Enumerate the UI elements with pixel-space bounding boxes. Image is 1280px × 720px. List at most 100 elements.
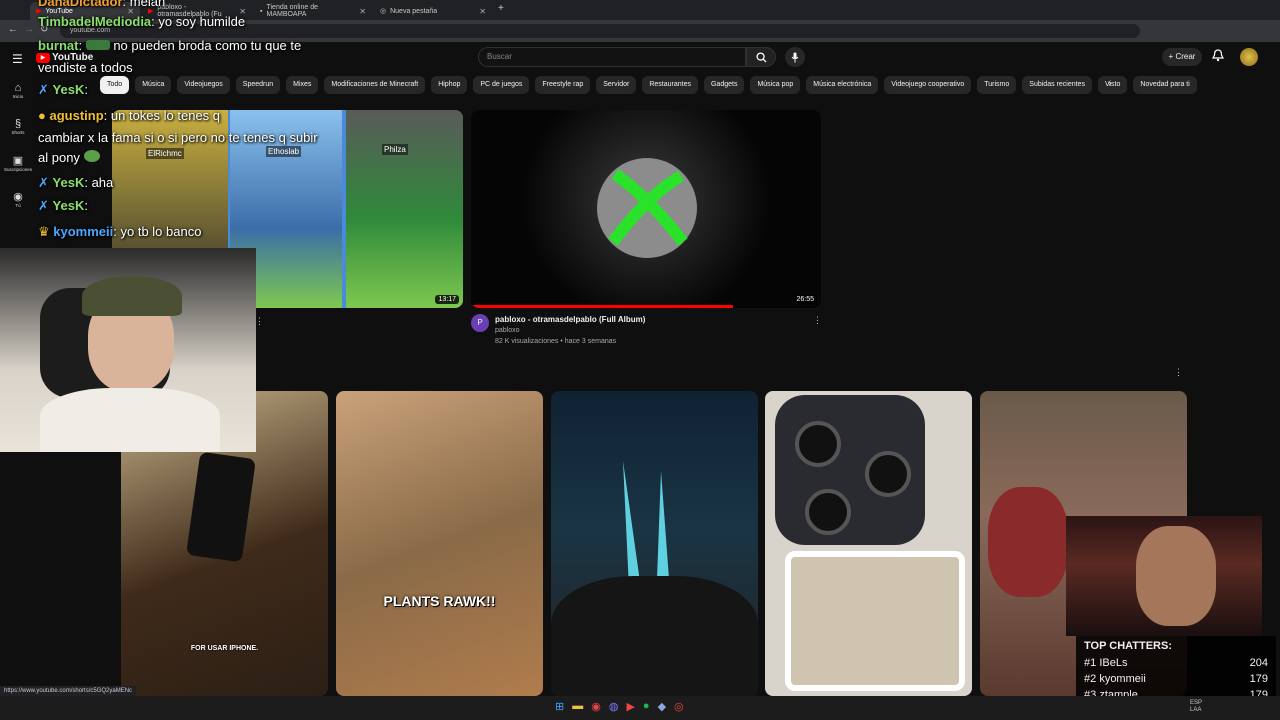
sidebar-item-suscripciones[interactable]: ▣ Suscripciones: [0, 154, 36, 172]
tab-label: Nueva pestaña: [390, 7, 438, 15]
spotify-icon[interactable]: ●: [643, 700, 650, 713]
chip-música-pop[interactable]: Música pop: [750, 76, 801, 94]
chevron-right-icon[interactable]: ›: [1108, 78, 1111, 89]
fabric-image: [551, 576, 758, 696]
skin-name-label: ElRichmc: [146, 148, 184, 159]
chip-mixes[interactable]: Mixes: [286, 76, 319, 94]
tab-label: Tienda online de MAMBOAPA: [266, 4, 318, 18]
chip-música-electrónica[interactable]: Música electrónica: [806, 76, 879, 94]
sidebar-item-label: Inicio: [12, 94, 24, 99]
account-avatar[interactable]: [1240, 48, 1258, 66]
sidebar-item-label: Suscripciones: [3, 167, 32, 172]
short-thumbnail-spikes[interactable]: [551, 391, 758, 696]
crown-badge-icon: ♛: [38, 224, 50, 239]
shorts-icon: §: [14, 118, 22, 130]
search-icon: [755, 51, 767, 63]
chip-hiphop[interactable]: Hiphop: [431, 76, 468, 94]
chip-todo[interactable]: Todo: [100, 76, 130, 94]
chat-message: ✗ YesK:: [38, 82, 88, 97]
chat-username: YesK: [52, 198, 85, 213]
video-thumbnail-pabloxo[interactable]: 26:55: [471, 110, 821, 308]
home-icon: ⌂: [14, 82, 22, 94]
video-title[interactable]: pabloxo - otramasdelpablo (Full Album): [495, 315, 645, 324]
discord-icon[interactable]: ◍: [609, 700, 619, 713]
obs-icon[interactable]: ◎: [674, 700, 684, 713]
chat-text: no pueden broda como tu que te: [113, 38, 302, 53]
chrome-icon[interactable]: ◉: [591, 700, 601, 713]
chat-username: agustinp: [49, 108, 104, 123]
sidebar-item-tu[interactable]: ◉ Tú: [0, 190, 36, 208]
short-thumbnail-ants[interactable]: [765, 391, 972, 696]
spike-image: [623, 461, 669, 589]
chip-turismo[interactable]: Turismo: [977, 76, 1017, 94]
close-icon[interactable]: ✕: [479, 7, 486, 16]
search-button[interactable]: [746, 47, 776, 67]
chat-message: al pony: [38, 150, 100, 165]
shorts-more-options-icon[interactable]: ⋮: [1174, 367, 1183, 378]
user-icon: ◉: [13, 191, 23, 203]
chat-username: TimbadelMediodia: [38, 14, 152, 29]
phone-image: [186, 451, 256, 563]
short-thumbnail-plants[interactable]: PLANTS RAWK!!: [336, 391, 543, 696]
chat-message: vendiste a todos: [38, 60, 133, 75]
new-tab-icon[interactable]: +: [498, 3, 504, 14]
short-caption: FOR USAR IPHONE.: [190, 645, 259, 652]
chat-text: al pony: [38, 150, 80, 165]
chatter-row: #2 kyommeii 179: [1084, 673, 1268, 685]
chip-novedad-para-ti[interactable]: Novedad para ti: [1133, 76, 1197, 94]
chip-subidas-recientes[interactable]: Subidas recientes: [1022, 76, 1092, 94]
sidebar-item-shorts[interactable]: § Shorts: [0, 118, 36, 135]
steam-icon[interactable]: ◆: [658, 700, 666, 713]
more-options-icon[interactable]: ⋮: [255, 316, 264, 327]
chatter-rank: #1: [1084, 657, 1097, 669]
chat-message: burnat: no pueden broda como tu que te: [38, 38, 302, 53]
channel-avatar[interactable]: P: [471, 314, 489, 332]
chatter-name: IBeLs: [1099, 657, 1128, 669]
more-options-icon[interactable]: ⋮: [813, 315, 822, 326]
chip-pc-de-juegos[interactable]: PC de juegos: [473, 76, 530, 94]
windows-start-icon[interactable]: ⊞: [555, 700, 564, 713]
close-icon[interactable]: ✕: [359, 7, 366, 16]
forward-icon[interactable]: →: [24, 24, 34, 35]
chip-freestyle-rap[interactable]: Freestyle rap: [535, 76, 591, 94]
globe-icon: ◎: [380, 8, 387, 15]
chip-modificaciones-de-minecraft[interactable]: Modificaciones de Minecraft: [324, 76, 426, 94]
file-explorer-icon[interactable]: ▬: [572, 700, 583, 713]
chip-speedrun[interactable]: Speedrun: [235, 76, 281, 94]
sword-badge-icon: ✗: [38, 175, 49, 190]
chip-restaurantes[interactable]: Restaurantes: [642, 76, 698, 94]
chat-text: meian: [129, 0, 166, 9]
voice-search-button[interactable]: [785, 47, 805, 67]
category-chips: Todo Música Videojuegos Speedrun Mixes Modifi…: [100, 76, 1197, 94]
chat-message: ✗ YesK: aha: [38, 175, 114, 190]
chatter-rank: #2: [1084, 673, 1097, 685]
chip-videojuego-cooperativo[interactable]: Videojuego cooperativo: [884, 76, 972, 94]
chat-username: kyommeii: [53, 224, 114, 239]
create-button[interactable]: + Crear: [1162, 48, 1202, 66]
channel-name[interactable]: pabloxo: [495, 327, 520, 334]
emote-icon: [85, 40, 110, 50]
chat-text: yo tb lo banco: [120, 224, 202, 239]
taskbar: ⊞ ▬ ◉ ◍ ▶ ● ◆ ◎ ESP LAA: [0, 696, 1280, 720]
skin-name-label: Ethoslab: [266, 146, 302, 157]
media-icon[interactable]: ▶: [626, 700, 634, 713]
pepe-emote-icon: [83, 150, 100, 162]
xbox-logo-icon: [597, 158, 697, 258]
tab-tienda[interactable]: ▪ Tienda online de MAMBOAPA ✕: [254, 2, 372, 20]
tab-nueva[interactable]: ◎ Nueva pestaña ✕: [374, 2, 492, 20]
chip-visto[interactable]: Visto: [1097, 76, 1128, 94]
chip-videojuegos[interactable]: Videojuegos: [177, 76, 230, 94]
microphone-icon: [791, 52, 799, 62]
chip-gadgets[interactable]: Gadgets: [703, 76, 745, 94]
language-indicator[interactable]: ESP LAA: [1190, 700, 1202, 714]
chip-música[interactable]: Música: [135, 76, 172, 94]
heart-image: [988, 487, 1068, 597]
notifications-bell-icon[interactable]: [1212, 49, 1228, 65]
video-duration: 13:17: [435, 295, 459, 304]
menu-icon[interactable]: ☰: [12, 52, 23, 66]
search-input[interactable]: Buscar: [478, 47, 746, 67]
chip-servidor[interactable]: Servidor: [596, 76, 637, 94]
chat-message: TimbadelMediodia: yo soy humilde: [38, 14, 246, 29]
back-icon[interactable]: ←: [8, 24, 18, 35]
sidebar-item-inicio[interactable]: ⌂ Inicio: [0, 82, 36, 99]
